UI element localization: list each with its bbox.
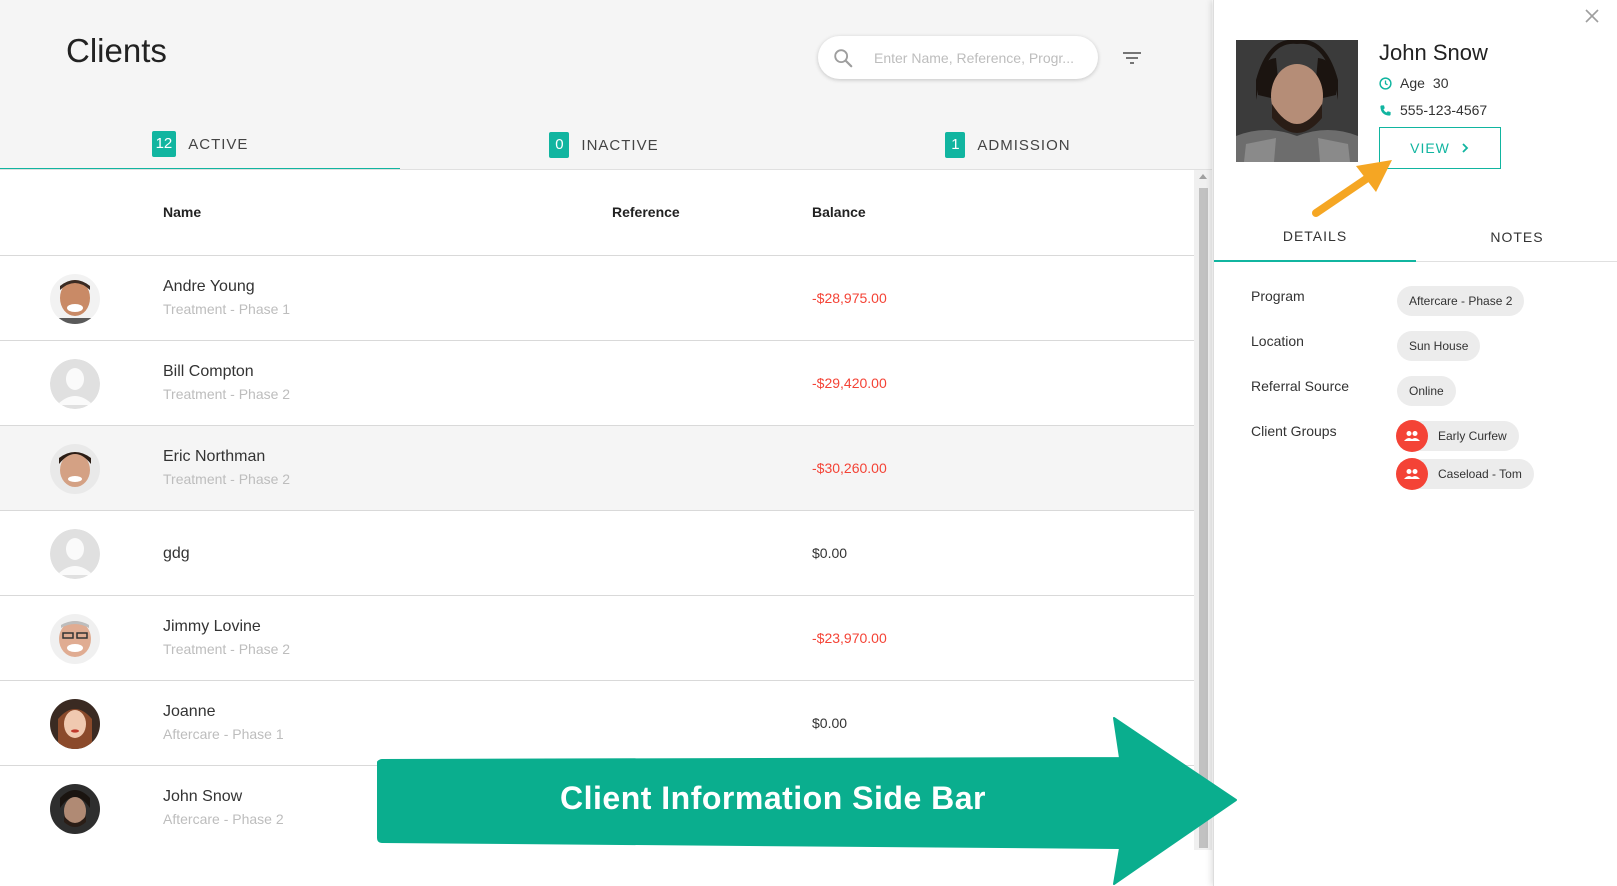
avatar — [50, 359, 100, 409]
tab-label: ACTIVE — [188, 135, 249, 153]
client-program: Treatment - Phase 1 — [163, 301, 291, 317]
tab-details[interactable]: DETAILS — [1214, 212, 1416, 262]
page-title: Clients — [66, 32, 167, 69]
client-name: Andre Young — [163, 278, 255, 295]
group-chip-label: Caseload - Tom — [1438, 467, 1522, 481]
referral-source-label: Referral Source — [1251, 378, 1350, 394]
default-avatar-icon — [50, 529, 100, 579]
chevron-right-icon — [1462, 143, 1469, 153]
close-icon[interactable] — [1582, 6, 1602, 26]
avatar-photo-icon — [50, 784, 100, 834]
client-name: Eric Northman — [163, 448, 266, 465]
column-header-balance[interactable]: Balance — [812, 204, 866, 220]
callout-label: Client Information Side Bar — [560, 780, 986, 816]
client-program: Aftercare - Phase 1 — [163, 726, 284, 742]
client-program: Treatment - Phase 2 — [163, 386, 291, 402]
referral-source-chip: Online — [1397, 376, 1456, 406]
age-label: Age — [1400, 75, 1425, 91]
scroll-up-arrow-icon[interactable] — [1199, 174, 1207, 179]
admission-count-badge: 1 — [945, 132, 966, 158]
group-chip[interactable]: Caseload - Tom — [1396, 458, 1534, 490]
tab-label: INACTIVE — [581, 136, 659, 154]
client-name: John Snow — [163, 788, 243, 805]
avatar — [50, 699, 100, 749]
client-list: Andre Young Treatment - Phase 1 -$28,975… — [0, 256, 1194, 851]
table-row[interactable]: Andre Young Treatment - Phase 1 -$28,975… — [0, 256, 1194, 341]
client-program: Treatment - Phase 2 — [163, 641, 291, 657]
group-chip[interactable]: Early Curfew — [1396, 420, 1519, 452]
tab-label: ADMISSION — [977, 136, 1071, 154]
table-row[interactable]: Jimmy Lovine Treatment - Phase 2 -$23,97… — [0, 596, 1194, 681]
search-input[interactable] — [874, 46, 1086, 70]
client-balance: $0.00 — [812, 715, 848, 731]
tab-inactive[interactable]: 0 INACTIVE — [404, 120, 804, 170]
view-button[interactable]: VIEW — [1379, 127, 1501, 169]
client-groups-label: Client Groups — [1251, 423, 1337, 439]
sidebar-client-name: John Snow — [1379, 40, 1488, 65]
client-info-sidebar: John Snow Age 30 555-123-4567 VIEW DETAI… — [1213, 0, 1617, 886]
group-icon — [1396, 420, 1428, 452]
table-row[interactable]: Bill Compton Treatment - Phase 2 -$29,42… — [0, 341, 1194, 426]
client-program: Treatment - Phase 2 — [163, 471, 291, 487]
avatar-photo-icon — [50, 614, 100, 664]
table-header: Name Reference Balance — [0, 170, 1194, 256]
client-name: Bill Compton — [163, 363, 254, 380]
age-line: Age 30 — [1379, 75, 1449, 91]
sidebar-tabs: DETAILS NOTES — [1214, 212, 1617, 262]
header: Clients 12 ACTIVE 0 — [0, 0, 1212, 170]
client-program: Aftercare - Phase 2 — [163, 811, 284, 827]
column-header-reference[interactable]: Reference — [612, 204, 680, 220]
location-chip: Sun House — [1397, 331, 1481, 361]
client-balance: -$23,970.00 — [812, 630, 887, 646]
tab-admission[interactable]: 1 ADMISSION — [808, 120, 1208, 170]
client-photo — [1236, 40, 1358, 162]
active-count-badge: 12 — [151, 131, 177, 157]
program-chip: Aftercare - Phase 2 — [1397, 286, 1525, 316]
table-row[interactable]: Eric Northman Treatment - Phase 2 -$30,2… — [0, 426, 1194, 511]
avatar — [50, 274, 100, 324]
avatar — [50, 614, 100, 664]
avatar — [50, 444, 100, 494]
clients-panel: Clients 12 ACTIVE 0 — [0, 0, 1212, 886]
client-balance: -$29,420.00 — [812, 375, 887, 391]
location-label: Location — [1251, 333, 1304, 349]
search-icon — [834, 49, 853, 68]
program-label: Program — [1251, 288, 1305, 304]
scroll-thumb[interactable] — [1199, 188, 1208, 848]
client-name: gdg — [163, 545, 190, 562]
default-avatar-icon — [50, 359, 100, 409]
tab-active[interactable]: 12 ACTIVE — [0, 120, 400, 170]
search-box[interactable] — [818, 36, 1098, 79]
client-name: Jimmy Lovine — [163, 618, 261, 635]
table-row[interactable]: gdg $0.00 — [0, 511, 1194, 596]
phone-number: 555-123-4567 — [1400, 102, 1488, 118]
avatar-photo-icon — [50, 274, 100, 324]
phone-icon — [1380, 104, 1391, 116]
table-row[interactable]: Joanne Aftercare - Phase 1 $0.00 — [0, 681, 1194, 766]
age-value: 30 — [1432, 75, 1449, 91]
phone-line: 555-123-4567 — [1379, 102, 1487, 118]
avatar — [50, 529, 100, 579]
app: Clients 12 ACTIVE 0 — [0, 0, 1617, 886]
status-tabs: 12 ACTIVE 0 INACTIVE 1 ADMISSION — [0, 120, 1212, 170]
client-balance: -$28,975.00 — [812, 290, 887, 306]
avatar-photo-icon — [50, 699, 100, 749]
group-icon — [1396, 458, 1428, 490]
group-chip-label: Early Curfew — [1438, 429, 1507, 443]
filter-icon[interactable] — [1120, 46, 1144, 70]
client-portrait-icon — [1236, 40, 1358, 162]
client-name: Joanne — [163, 703, 216, 720]
client-balance: $0.00 — [812, 545, 848, 561]
avatar-photo-icon — [50, 444, 100, 494]
avatar — [50, 784, 100, 834]
inactive-count-badge: 0 — [549, 132, 570, 158]
clock-icon — [1379, 76, 1392, 90]
client-balance: -$30,260.00 — [812, 460, 887, 476]
scrollbar[interactable] — [1194, 170, 1212, 850]
view-button-label: VIEW — [1410, 140, 1450, 156]
column-header-name[interactable]: Name — [163, 204, 201, 220]
tab-notes[interactable]: NOTES — [1416, 212, 1617, 262]
